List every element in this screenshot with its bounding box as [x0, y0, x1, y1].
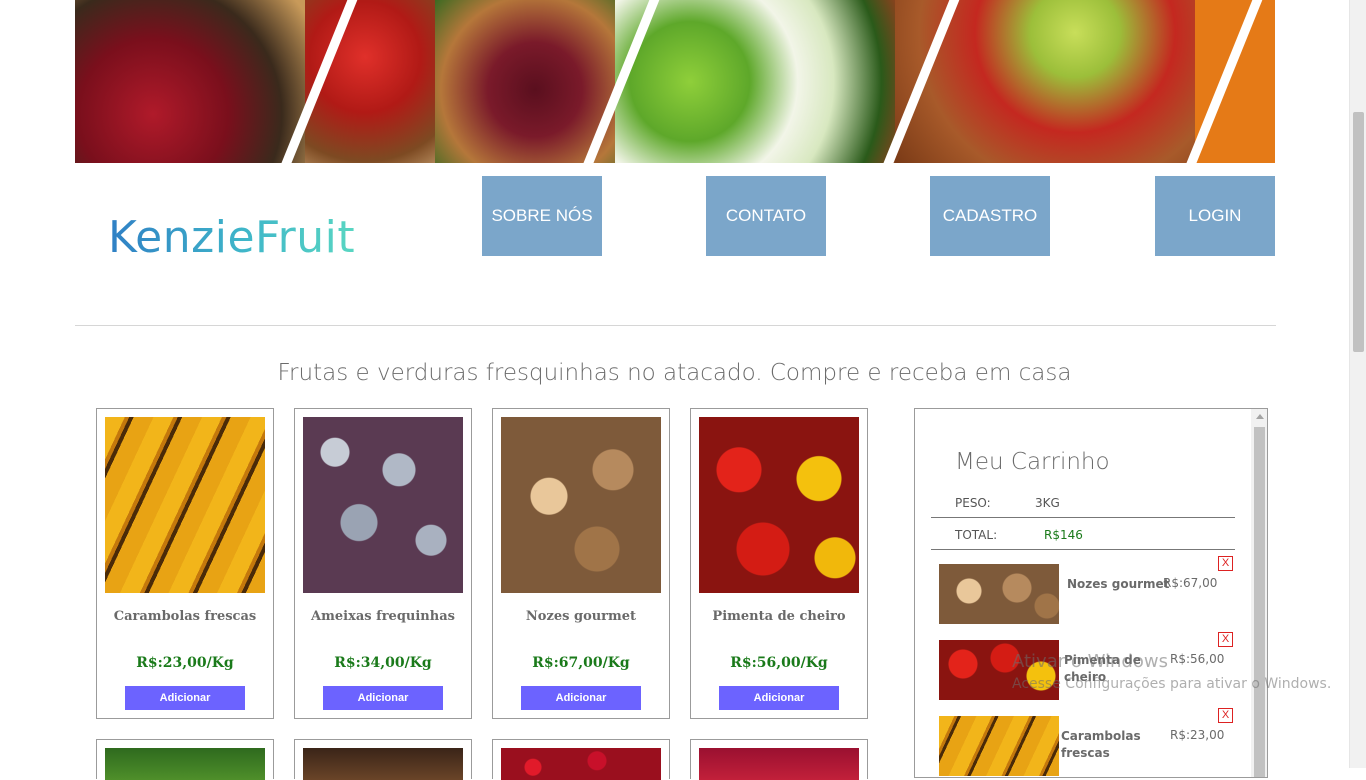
product-card: [294, 739, 472, 780]
nav-login-button[interactable]: LOGIN: [1155, 176, 1275, 256]
product-card: [492, 739, 670, 780]
product-card: [690, 739, 868, 780]
product-price: R$:23,00/Kg: [136, 655, 234, 671]
cart-item-price: R$:67,00: [1163, 576, 1218, 590]
cart-weight-label: PESO:: [955, 496, 991, 510]
product-name: Carambolas frescas: [113, 609, 257, 624]
product-card-pimenta: Pimenta de cheiro R$:56,00/Kg Adicionar: [690, 408, 868, 719]
product-image: [303, 748, 463, 780]
product-image: [699, 748, 859, 780]
cart-weight-value: 3KG: [1035, 496, 1060, 510]
cart-item-price: R$:56,00: [1170, 652, 1225, 666]
cart-item-name: Carambolas frescas: [1061, 729, 1141, 760]
cart-scrollbar[interactable]: [1251, 409, 1267, 777]
product-card-nozes: Nozes gourmet R$:67,00/Kg Adicionar: [492, 408, 670, 719]
remove-item-button[interactable]: X: [1218, 556, 1233, 571]
product-card-carambolas: Carambolas frescas R$:23,00/Kg Adicionar: [96, 408, 274, 719]
cart-title: Meu Carrinho: [955, 449, 1110, 475]
add-to-cart-button[interactable]: Adicionar: [719, 686, 839, 710]
page-scrollbar[interactable]: [1349, 0, 1366, 768]
product-price: R$:56,00/Kg: [730, 655, 828, 671]
add-to-cart-button[interactable]: Adicionar: [125, 686, 245, 710]
plum-image: [303, 417, 463, 593]
cart-divider: [931, 517, 1235, 518]
product-price: R$:67,00/Kg: [532, 655, 630, 671]
cart-item-name: Nozes gourmet: [1067, 577, 1170, 591]
cart-item-price: R$:23,00: [1170, 728, 1225, 742]
cart-item-image: [939, 564, 1059, 624]
product-price: R$:34,00/Kg: [334, 655, 432, 671]
cart-total-value: R$146: [1044, 528, 1083, 542]
page-scroll-thumb[interactable]: [1353, 112, 1364, 352]
cart-item: Nozes gourmet R$:67,00 X: [939, 556, 1235, 626]
nav-cadastro-button[interactable]: CADASTRO: [930, 176, 1050, 256]
shopping-cart-panel[interactable]: Meu Carrinho PESO: 3KG TOTAL: R$146 Noze…: [914, 408, 1268, 778]
remove-item-button[interactable]: X: [1218, 708, 1233, 723]
product-name: Ameixas frequinhas: [311, 609, 455, 624]
cart-divider: [931, 549, 1235, 550]
page-tagline: Frutas e verduras fresquinhas no atacado…: [277, 360, 1072, 386]
site-logo[interactable]: KenzieFruit: [108, 212, 355, 263]
hero-banner: [75, 0, 1275, 163]
product-image: [501, 748, 661, 780]
cart-item: Pimenta de cheiro R$:56,00 X: [939, 632, 1235, 702]
remove-item-button[interactable]: X: [1218, 632, 1233, 647]
carambola-image: [105, 417, 265, 593]
cart-scroll-thumb[interactable]: [1254, 427, 1265, 777]
nav-contato-button[interactable]: CONTATO: [706, 176, 826, 256]
cart-item-image: [939, 716, 1059, 776]
product-name: Pimenta de cheiro: [712, 609, 846, 624]
cart-item: Carambolas frescas R$:23,00 X: [939, 708, 1235, 777]
cart-total-label: TOTAL:: [955, 528, 998, 542]
add-to-cart-button[interactable]: Adicionar: [323, 686, 443, 710]
header-divider: [75, 325, 1276, 326]
pepper-image: [699, 417, 859, 593]
product-card: [96, 739, 274, 780]
add-to-cart-button[interactable]: Adicionar: [521, 686, 641, 710]
product-image: [105, 748, 265, 780]
product-card-ameixas: Ameixas frequinhas R$:34,00/Kg Adicionar: [294, 408, 472, 719]
nav-sobre-nos-button[interactable]: SOBRE NÓS: [482, 176, 602, 256]
cart-item-name: Pimenta de cheiro: [1064, 653, 1141, 684]
scroll-up-arrow-icon[interactable]: [1256, 414, 1264, 419]
product-name: Nozes gourmet: [525, 609, 637, 624]
cart-item-image: [939, 640, 1059, 700]
walnut-image: [501, 417, 661, 593]
